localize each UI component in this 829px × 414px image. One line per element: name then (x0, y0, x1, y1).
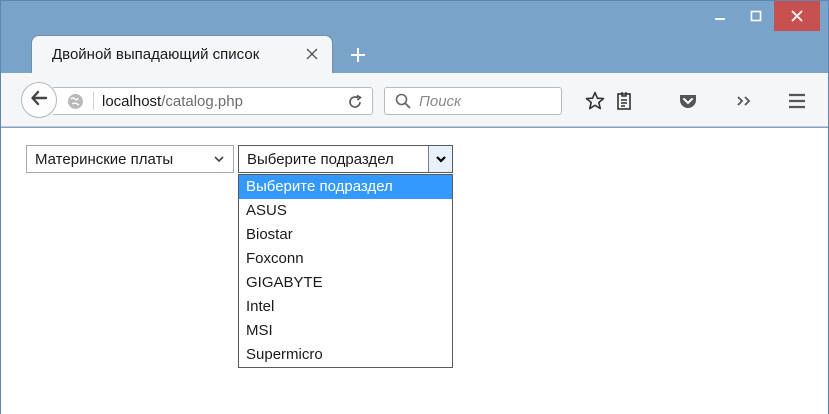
subcategory-select-value: Выберите подраздел (247, 150, 394, 168)
url-separator (93, 92, 94, 110)
dropdown-option[interactable]: ASUS (239, 199, 452, 223)
reading-list-icon[interactable] (613, 90, 635, 112)
url-host: localhost (102, 92, 162, 110)
navigation-toolbar: localhost/catalog.php Поиск (1, 73, 828, 127)
back-button[interactable] (21, 82, 57, 118)
new-tab-icon[interactable] (344, 41, 372, 69)
dropdown-option[interactable]: Выберите подраздел (239, 175, 452, 199)
chevron-down-icon (213, 152, 225, 169)
dropdown-option[interactable]: Foxconn (239, 247, 452, 271)
dropdown-arrow-button[interactable] (428, 146, 452, 172)
subcategory-dropdown-list: Выберите подраздел ASUS Biostar Foxconn … (238, 174, 453, 368)
dropdown-option[interactable]: Intel (239, 295, 452, 319)
tab-active[interactable]: Двойной выпадающий список (31, 35, 333, 73)
maximize-icon[interactable] (738, 1, 774, 31)
tab-close-icon[interactable] (304, 46, 320, 62)
page-content: Материнские платы Выберите подраздел Выб… (1, 128, 828, 414)
dropdown-option[interactable]: MSI (239, 319, 452, 343)
globe-icon (67, 92, 85, 110)
search-input[interactable]: Поиск (384, 87, 562, 115)
pocket-icon[interactable] (677, 90, 699, 112)
category-select[interactable]: Материнские платы (26, 145, 234, 173)
chevron-down-icon (435, 156, 446, 163)
minimize-icon[interactable] (702, 1, 738, 31)
subcategory-select[interactable]: Выберите подраздел (238, 145, 453, 173)
url-path: /catalog.php (161, 92, 243, 110)
browser-window: Двойной выпадающий список localhost/cata… (0, 0, 829, 414)
tab-title: Двойной выпадающий список (52, 46, 260, 63)
search-placeholder: Поиск (419, 92, 462, 110)
search-icon (395, 92, 413, 110)
back-arrow-icon (30, 89, 48, 112)
dropdown-option[interactable]: Supermicro (239, 343, 452, 367)
window-controls (702, 1, 820, 31)
close-icon[interactable] (774, 1, 820, 31)
overflow-chevron-icon[interactable] (733, 90, 755, 112)
category-select-value: Материнские платы (35, 150, 174, 168)
bookmark-star-icon[interactable] (584, 90, 606, 112)
hamburger-menu-icon[interactable] (786, 90, 808, 112)
dropdown-option[interactable]: Biostar (239, 223, 452, 247)
url-bar[interactable]: localhost/catalog.php (53, 87, 373, 115)
dropdown-option[interactable]: GIGABYTE (239, 271, 452, 295)
reload-icon[interactable] (346, 93, 364, 111)
